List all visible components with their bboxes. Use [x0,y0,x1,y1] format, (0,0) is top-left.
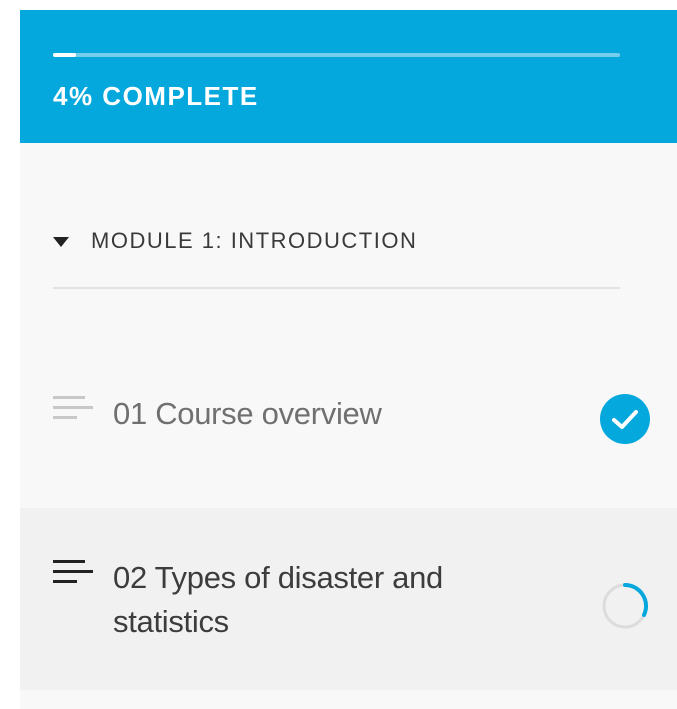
lesson-item-course-overview[interactable]: 01 Course overview [20,350,677,508]
text-lines-icon [53,396,93,419]
checkmark-icon [600,394,650,444]
course-sidebar: 4% COMPLETE MODULE 1: INTRODUCTION 01 Co… [20,10,677,709]
caret-down-icon[interactable] [53,237,69,247]
progress-bar-fill [53,53,76,57]
module-title: MODULE 1: INTRODUCTION [91,228,418,253]
progress-bar [53,53,620,57]
lesson-title: 01 Course overview [113,396,382,431]
lesson-title: 02 Types of disaster and statistics [113,560,444,639]
progress-ring-icon [602,582,648,629]
lesson-item-types-of-disaster[interactable]: 02 Types of disaster and statistics [20,508,677,690]
next-lesson-strip [20,690,677,709]
module-header[interactable]: MODULE 1: INTRODUCTION [53,225,620,289]
progress-header: 4% COMPLETE [20,10,677,143]
text-lines-icon [53,560,93,583]
progress-label: 4% COMPLETE [53,81,259,111]
